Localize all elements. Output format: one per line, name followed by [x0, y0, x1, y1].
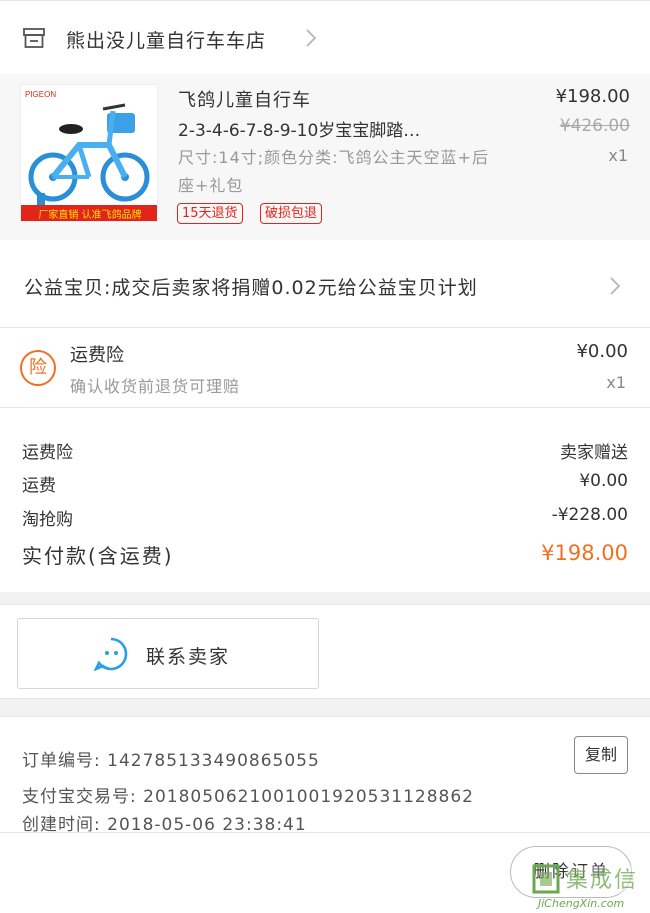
product-quantity: x1: [608, 146, 628, 165]
summary-label-shipping: 运费: [22, 476, 56, 496]
copy-button[interactable]: 复制: [574, 736, 628, 774]
summary-label-flash-sale: 淘抢购: [22, 510, 73, 530]
insurance-title: 运费险: [70, 345, 124, 366]
product-subtitle[interactable]: 2-3-4-6-7-8-9-10岁宝宝脚踏…: [178, 116, 478, 141]
paid-value: ¥198.00: [541, 541, 628, 565]
product-price: ¥198.00: [555, 86, 630, 107]
charity-text[interactable]: 公益宝贝:成交后卖家将捐赠0.02元给公益宝贝计划: [24, 273, 478, 300]
insurance-icon: 险: [20, 350, 56, 386]
shop-icon: [23, 28, 45, 48]
product-image[interactable]: PIGEON 厂家直销 认准飞鸽品牌: [20, 84, 158, 222]
product-original-price: ¥426.00: [559, 116, 630, 136]
order-number: 订单编号: 142785133490865055: [22, 751, 320, 771]
summary-label-freight-insurance: 运费险: [22, 443, 73, 463]
insurance-quantity: x1: [606, 373, 626, 392]
product-spec: 尺寸:14寸;颜色分类:飞鸽公主天空蓝+后座+礼包: [178, 148, 489, 195]
watermark-site: JiChengXin.com: [538, 897, 625, 910]
insurance-price: ¥0.00: [576, 341, 628, 362]
product-title[interactable]: 飞鸽儿童自行车: [178, 86, 311, 112]
chevron-right-icon[interactable]: [610, 277, 620, 295]
bicycle-icon: PIGEON 厂家直销 认准飞鸽品牌: [21, 85, 157, 221]
brand-banner: 厂家直销 认准飞鸽品牌: [38, 208, 141, 221]
tag-15day-return: 15天退货: [177, 203, 243, 224]
paid-label: 实付款(含运费): [22, 544, 174, 568]
brand-logo: PIGEON: [25, 90, 56, 99]
summary-value-shipping: ¥0.00: [579, 471, 628, 491]
tag-damage-return: 破损包退: [260, 203, 323, 224]
insurance-subtitle: 确认收货前退货可理赔: [70, 377, 241, 396]
summary-value-freight-insurance: 卖家赠送: [560, 443, 628, 463]
chevron-right-icon[interactable]: [306, 29, 316, 47]
watermark-text: 集成信: [566, 868, 639, 893]
contact-seller-label[interactable]: 联系卖家: [146, 642, 230, 669]
chat-bubble-icon: [94, 637, 128, 671]
summary-value-flash-sale: -¥228.00: [551, 505, 628, 525]
shop-name[interactable]: 熊出没儿童自行车车店: [66, 26, 266, 53]
alipay-transaction-number: 支付宝交易号: 2018050621001001920531128862: [22, 787, 474, 807]
